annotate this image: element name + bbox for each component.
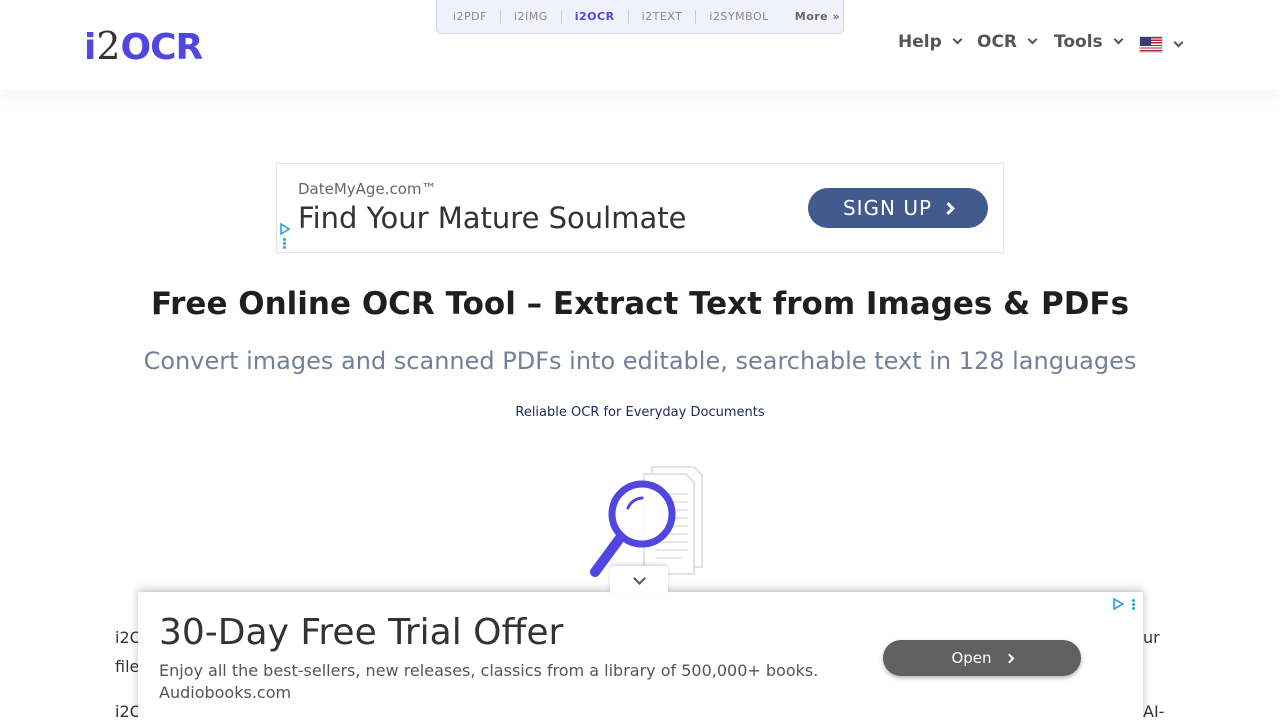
chevron-down-icon	[1173, 37, 1184, 47]
ad-options-icon[interactable]	[283, 238, 286, 250]
page-subtitle: Convert images and scanned PDFs into edi…	[143, 347, 1137, 375]
collapse-ad-button[interactable]	[610, 566, 668, 594]
i2ocr-logo[interactable]: i 2 OCR	[84, 24, 204, 68]
site-link-i2img[interactable]: i2IMG	[501, 9, 562, 24]
page-tagline: Reliable OCR for Everyday Documents	[515, 405, 765, 420]
body-text-fragment: AI-	[1143, 702, 1165, 720]
site-link-i2ocr[interactable]: i2OCR	[562, 9, 629, 24]
more-sites-link[interactable]: More »	[782, 10, 840, 23]
ad-sponsor: DateMyAge.com™	[298, 180, 437, 198]
chevron-right-icon	[942, 201, 955, 215]
page-title: Free Online OCR Tool – Extract Text from…	[150, 286, 1130, 322]
chevron-down-icon	[1027, 34, 1038, 45]
us-flag-icon	[1139, 36, 1163, 53]
logo-two: 2	[96, 24, 120, 68]
ad-signup-button[interactable]: SIGN UP	[808, 188, 988, 228]
site-link-i2pdf[interactable]: i2PDF	[440, 9, 501, 24]
sticky-ad-open-button[interactable]: Open	[883, 640, 1081, 676]
ocr-magnifier-illustration	[590, 466, 703, 577]
sticky-ad-open-label: Open	[951, 649, 992, 667]
nav-tools-label: Tools	[1054, 32, 1103, 52]
ad-headline[interactable]: Find Your Mature Soulmate	[298, 201, 686, 235]
ad-banner[interactable]: DateMyAge.com™ Find Your Mature Soulmate…	[276, 163, 1004, 253]
chevron-down-icon	[1113, 34, 1124, 45]
nav-help-menu[interactable]: Help	[898, 32, 963, 52]
chevron-down-icon	[632, 571, 646, 585]
site-link-i2symbol[interactable]: i2SYMBOL	[696, 10, 781, 24]
ad-options-icon[interactable]	[1132, 599, 1135, 611]
ad-signup-label: SIGN UP	[842, 196, 933, 220]
logo-i: i	[84, 27, 96, 68]
sticky-ad-headline[interactable]: 30-Day Free Trial Offer	[159, 612, 563, 653]
language-selector[interactable]	[1139, 36, 1184, 53]
sticky-ad-description: Enjoy all the best-sellers, new releases…	[159, 661, 819, 680]
nav-tools-menu[interactable]: Tools	[1054, 32, 1124, 52]
chevron-down-icon	[952, 34, 963, 45]
site-header: i 2 OCR i2PDF i2IMG i2OCR i2TEXT i2SYMBOL …	[0, 0, 1280, 90]
adchoices-icon[interactable]	[1112, 598, 1124, 610]
body-text-fragment: file	[115, 657, 140, 676]
nav-help-label: Help	[898, 32, 942, 52]
logo-ocr: OCR	[120, 27, 204, 68]
sticky-ad-source: Audiobooks.com	[159, 683, 292, 702]
body-text-fragment: ur	[1143, 628, 1160, 647]
nav-ocr-label: OCR	[977, 32, 1018, 52]
sticky-ad[interactable]: 30-Day Free Trial Offer Enjoy all the be…	[138, 566, 1143, 720]
adchoices-icon[interactable]	[280, 223, 290, 235]
sister-sites-bar: i2PDF i2IMG i2OCR i2TEXT i2SYMBOL More »	[436, 0, 844, 34]
chevron-right-icon	[1004, 653, 1014, 663]
site-link-i2text[interactable]: i2TEXT	[629, 9, 697, 24]
nav-ocr-menu[interactable]: OCR	[977, 32, 1038, 52]
